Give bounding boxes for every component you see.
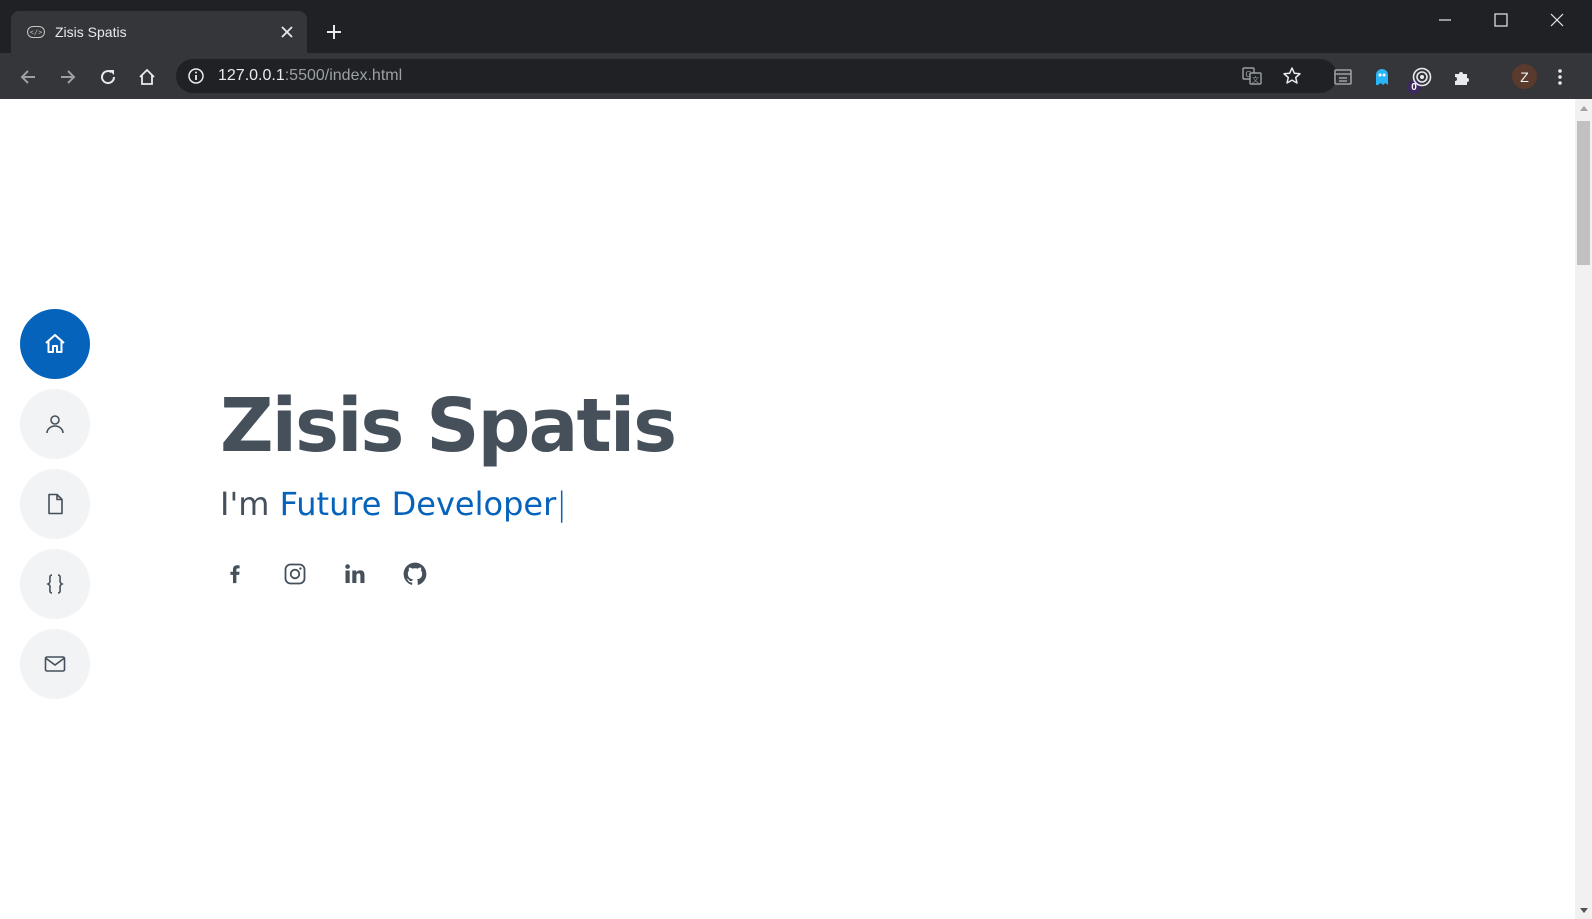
svg-text:文: 文 <box>1252 75 1259 84</box>
hero-subtitle: I'm Future Developer| <box>220 485 675 523</box>
translate-icon[interactable]: G文 <box>1240 64 1264 88</box>
tab-title: Zisis Spatis <box>55 24 127 40</box>
typing-cursor: | <box>556 485 568 523</box>
document-icon <box>48 493 63 515</box>
github-link[interactable] <box>400 559 430 589</box>
scroll-down-icon[interactable] <box>1575 902 1592 919</box>
nav-about[interactable] <box>20 389 90 459</box>
browser-window: </> Zisis Spatis 127.0.0.1:5500/index.ht… <box>0 0 1592 919</box>
address-bar[interactable]: 127.0.0.1:5500/index.html G文 <box>176 59 1337 93</box>
linkedin-icon <box>345 564 365 583</box>
reload-icon[interactable] <box>94 63 122 91</box>
page-scrollbar[interactable] <box>1575 99 1592 919</box>
nav-projects[interactable] <box>20 549 90 619</box>
tab-strip: </> Zisis Spatis <box>0 0 1592 53</box>
reading-list-icon[interactable] <box>1329 63 1357 91</box>
close-window-icon[interactable] <box>1545 8 1569 32</box>
person-icon <box>46 415 64 434</box>
page-viewport: Zisis Spatis I'm Future Developer| <box>0 99 1592 919</box>
home-icon <box>45 334 65 353</box>
typed-role: Future Developer <box>279 485 557 523</box>
minimize-icon[interactable] <box>1433 8 1457 32</box>
hero-name: Zisis Spatis <box>220 383 677 469</box>
maximize-icon[interactable] <box>1489 8 1513 32</box>
url-path: :5500/index.html <box>284 67 403 84</box>
target-extension-icon[interactable] <box>1408 63 1436 91</box>
nav-resume[interactable] <box>20 469 90 539</box>
instagram-link[interactable] <box>280 559 310 589</box>
code-braces-icon <box>46 574 64 594</box>
social-links <box>220 559 675 589</box>
scroll-up-icon[interactable] <box>1575 99 1592 116</box>
site-info-icon[interactable] <box>185 65 207 87</box>
hero-section: Zisis Spatis I'm Future Developer| <box>220 383 677 589</box>
menu-kebab-icon[interactable] <box>1546 63 1574 91</box>
scroll-thumb[interactable] <box>1577 121 1590 265</box>
linkedin-link[interactable] <box>340 559 370 589</box>
profile-avatar[interactable]: Z <box>1512 64 1537 89</box>
extensions-puzzle-icon[interactable] <box>1448 63 1476 91</box>
back-icon[interactable] <box>14 63 42 91</box>
new-tab-icon[interactable] <box>322 20 346 44</box>
code-favicon-icon: </> <box>27 23 45 41</box>
active-tab[interactable]: </> Zisis Spatis <box>11 11 307 53</box>
facebook-icon <box>230 565 240 584</box>
close-tab-icon[interactable] <box>275 20 299 44</box>
home-browser-icon[interactable] <box>133 63 161 91</box>
nav-contact[interactable] <box>20 629 90 699</box>
svg-text:</>: </> <box>30 29 43 37</box>
intro-prefix: I'm <box>220 485 270 523</box>
forward-icon[interactable] <box>54 63 82 91</box>
browser-toolbar: 127.0.0.1:5500/index.html G文 0 Z <box>0 53 1592 99</box>
side-navigation <box>20 309 90 709</box>
mail-icon <box>44 656 66 672</box>
extension-ghost-icon[interactable] <box>1368 63 1396 91</box>
github-icon <box>403 562 427 585</box>
bookmark-star-icon[interactable] <box>1280 64 1304 88</box>
instagram-icon <box>284 563 306 585</box>
url-text: 127.0.0.1:5500/index.html <box>218 67 402 85</box>
url-host: 127.0.0.1 <box>218 67 285 84</box>
nav-home[interactable] <box>20 309 90 379</box>
facebook-link[interactable] <box>220 559 250 589</box>
